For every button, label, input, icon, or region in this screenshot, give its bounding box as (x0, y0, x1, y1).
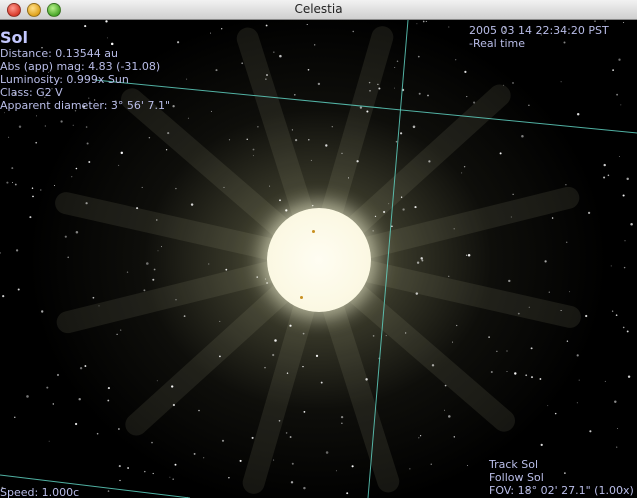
space-view[interactable]: Sol Distance: 0.13544 au Abs (app) mag: … (0, 20, 637, 498)
celestia-window: Celestia Sol Distance: 0.13544 au Abs (a… (0, 0, 637, 498)
object-apparent-diameter: Apparent diameter: 3° 56' 7.1" (0, 99, 171, 112)
object-name: Sol (0, 28, 28, 47)
object-luminosity: Luminosity: 0.999x Sun (0, 73, 129, 86)
datetime: 2005 03 14 22:34:20 PST (469, 24, 609, 37)
grid-line (94, 79, 637, 134)
object-class: Class: G2 V (0, 86, 63, 99)
time-rate: -Real time (469, 37, 526, 50)
sunspot (300, 296, 303, 299)
sunspot (312, 230, 315, 233)
time-info: 2005 03 14 22:34:20 PST -Real time (469, 24, 609, 50)
fov-readout: FOV: 18° 02' 27.1" (1.00x) (489, 484, 634, 497)
sun-sol[interactable] (267, 208, 371, 312)
title-bar[interactable]: Celestia (0, 0, 637, 20)
object-distance: Distance: 0.13544 au (0, 47, 118, 60)
grid-line (367, 20, 409, 498)
camera-info: Track Sol Follow Sol FOV: 18° 02' 27.1" … (489, 458, 634, 497)
follow-status: Follow Sol (489, 471, 544, 484)
window-title: Celestia (294, 2, 343, 16)
track-status: Track Sol (489, 458, 539, 471)
object-info: Sol Distance: 0.13544 au Abs (app) mag: … (0, 28, 171, 113)
object-magnitude: Abs (app) mag: 4.83 (-31.08) (0, 60, 161, 73)
speed-readout: Speed: 1.000c (0, 486, 80, 498)
